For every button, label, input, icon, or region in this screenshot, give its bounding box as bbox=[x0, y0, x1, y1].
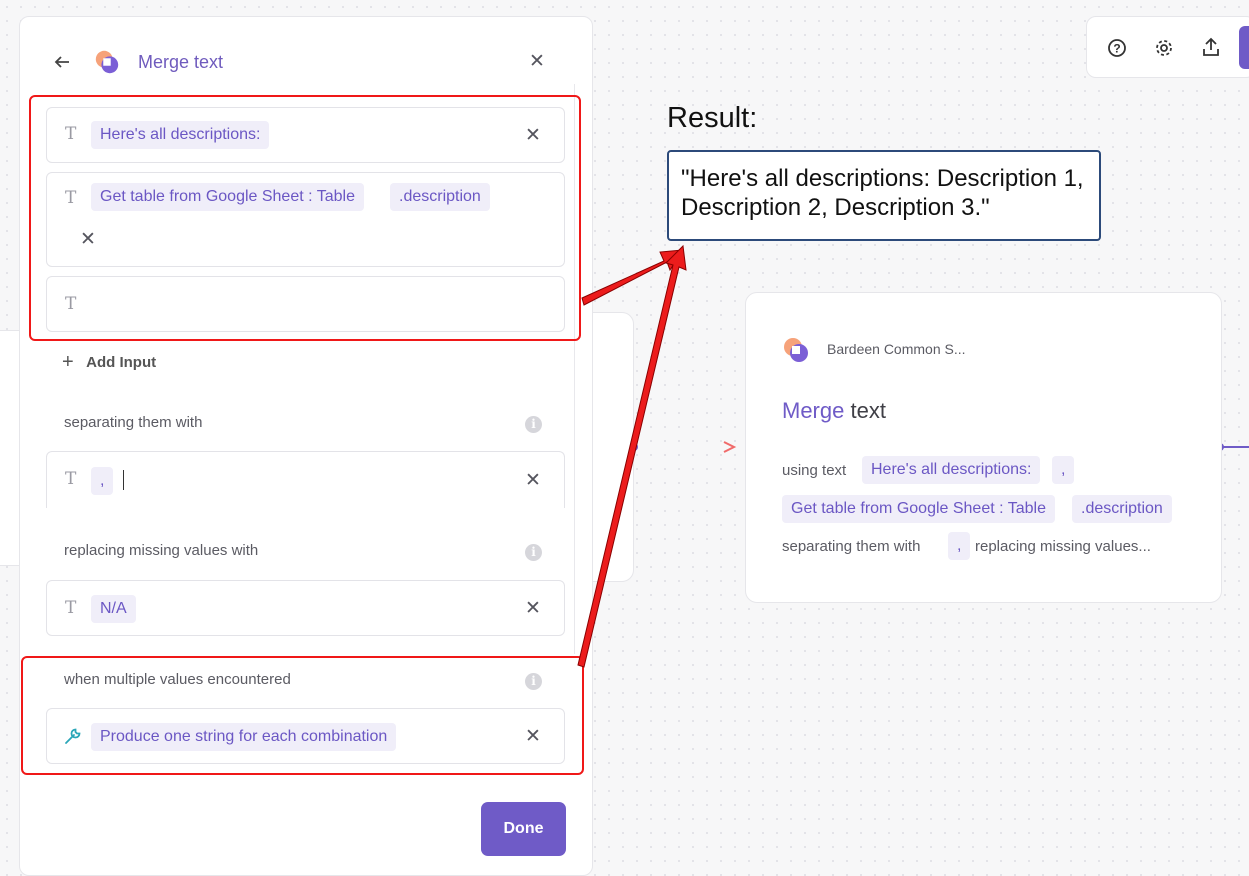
text-type-icon: T bbox=[65, 469, 77, 489]
bardeen-logo-icon bbox=[784, 338, 808, 362]
done-button[interactable]: Done bbox=[481, 802, 566, 856]
annotation-highlight-inputs bbox=[29, 95, 581, 341]
help-icon[interactable]: ? bbox=[1107, 38, 1127, 58]
close-panel-icon[interactable]: ✕ bbox=[529, 52, 545, 71]
node-replacing-label: replacing missing values... bbox=[975, 538, 1151, 555]
add-input-label: Add Input bbox=[86, 354, 157, 371]
missing-values-input[interactable]: T N/A ✕ bbox=[46, 580, 565, 636]
bardeen-logo-icon bbox=[95, 50, 119, 74]
node-using-text-label: using text bbox=[782, 462, 847, 479]
gear-icon[interactable] bbox=[1154, 38, 1174, 58]
node-title-accent: Merge bbox=[782, 398, 845, 423]
remove-separator-icon[interactable]: ✕ bbox=[525, 471, 541, 490]
share-icon[interactable] bbox=[1201, 37, 1221, 57]
missing-values-label: replacing missing values with bbox=[64, 542, 259, 559]
text-cursor bbox=[123, 470, 124, 490]
info-icon[interactable]: i bbox=[525, 416, 542, 433]
result-text-box: "Here's all descriptions: Description 1,… bbox=[667, 150, 1101, 241]
separator-input[interactable]: T , ✕ bbox=[46, 451, 565, 508]
info-icon[interactable]: i bbox=[525, 544, 542, 561]
node-chip-separator: , bbox=[948, 532, 971, 560]
annotation-highlight-multiple bbox=[21, 656, 584, 775]
merge-text-node-card[interactable]: Bardeen Common S... Merge text using tex… bbox=[745, 292, 1222, 603]
plus-icon: + bbox=[62, 351, 74, 373]
back-arrow-icon[interactable] bbox=[53, 53, 71, 71]
background-edge-stub bbox=[0, 330, 20, 566]
remove-missing-icon[interactable]: ✕ bbox=[525, 599, 541, 618]
node-app-name: Bardeen Common S... bbox=[827, 341, 966, 357]
add-input-button[interactable]: + Add Input bbox=[62, 350, 156, 373]
missing-value-chip[interactable]: N/A bbox=[91, 595, 136, 623]
node-separating-label: separating them with bbox=[782, 538, 921, 555]
separator-label: separating them with bbox=[64, 414, 203, 431]
node-chip-comma: , bbox=[1052, 456, 1075, 484]
result-label: Result: bbox=[667, 102, 758, 134]
toolbar-primary-button-edge[interactable] bbox=[1239, 26, 1249, 69]
node-title-rest: text bbox=[850, 398, 886, 423]
separator-chip[interactable]: , bbox=[91, 467, 114, 495]
node-title: Merge text bbox=[782, 398, 886, 424]
node-chip-description: .description bbox=[1072, 495, 1172, 523]
node-chip-descriptions: Here's all descriptions: bbox=[862, 456, 1041, 484]
node-chip-table: Get table from Google Sheet : Table bbox=[782, 495, 1055, 523]
panel-title: Merge text bbox=[138, 52, 224, 72]
connector-arrow bbox=[630, 441, 737, 453]
text-type-icon: T bbox=[65, 598, 77, 618]
svg-text:?: ? bbox=[1113, 42, 1120, 56]
